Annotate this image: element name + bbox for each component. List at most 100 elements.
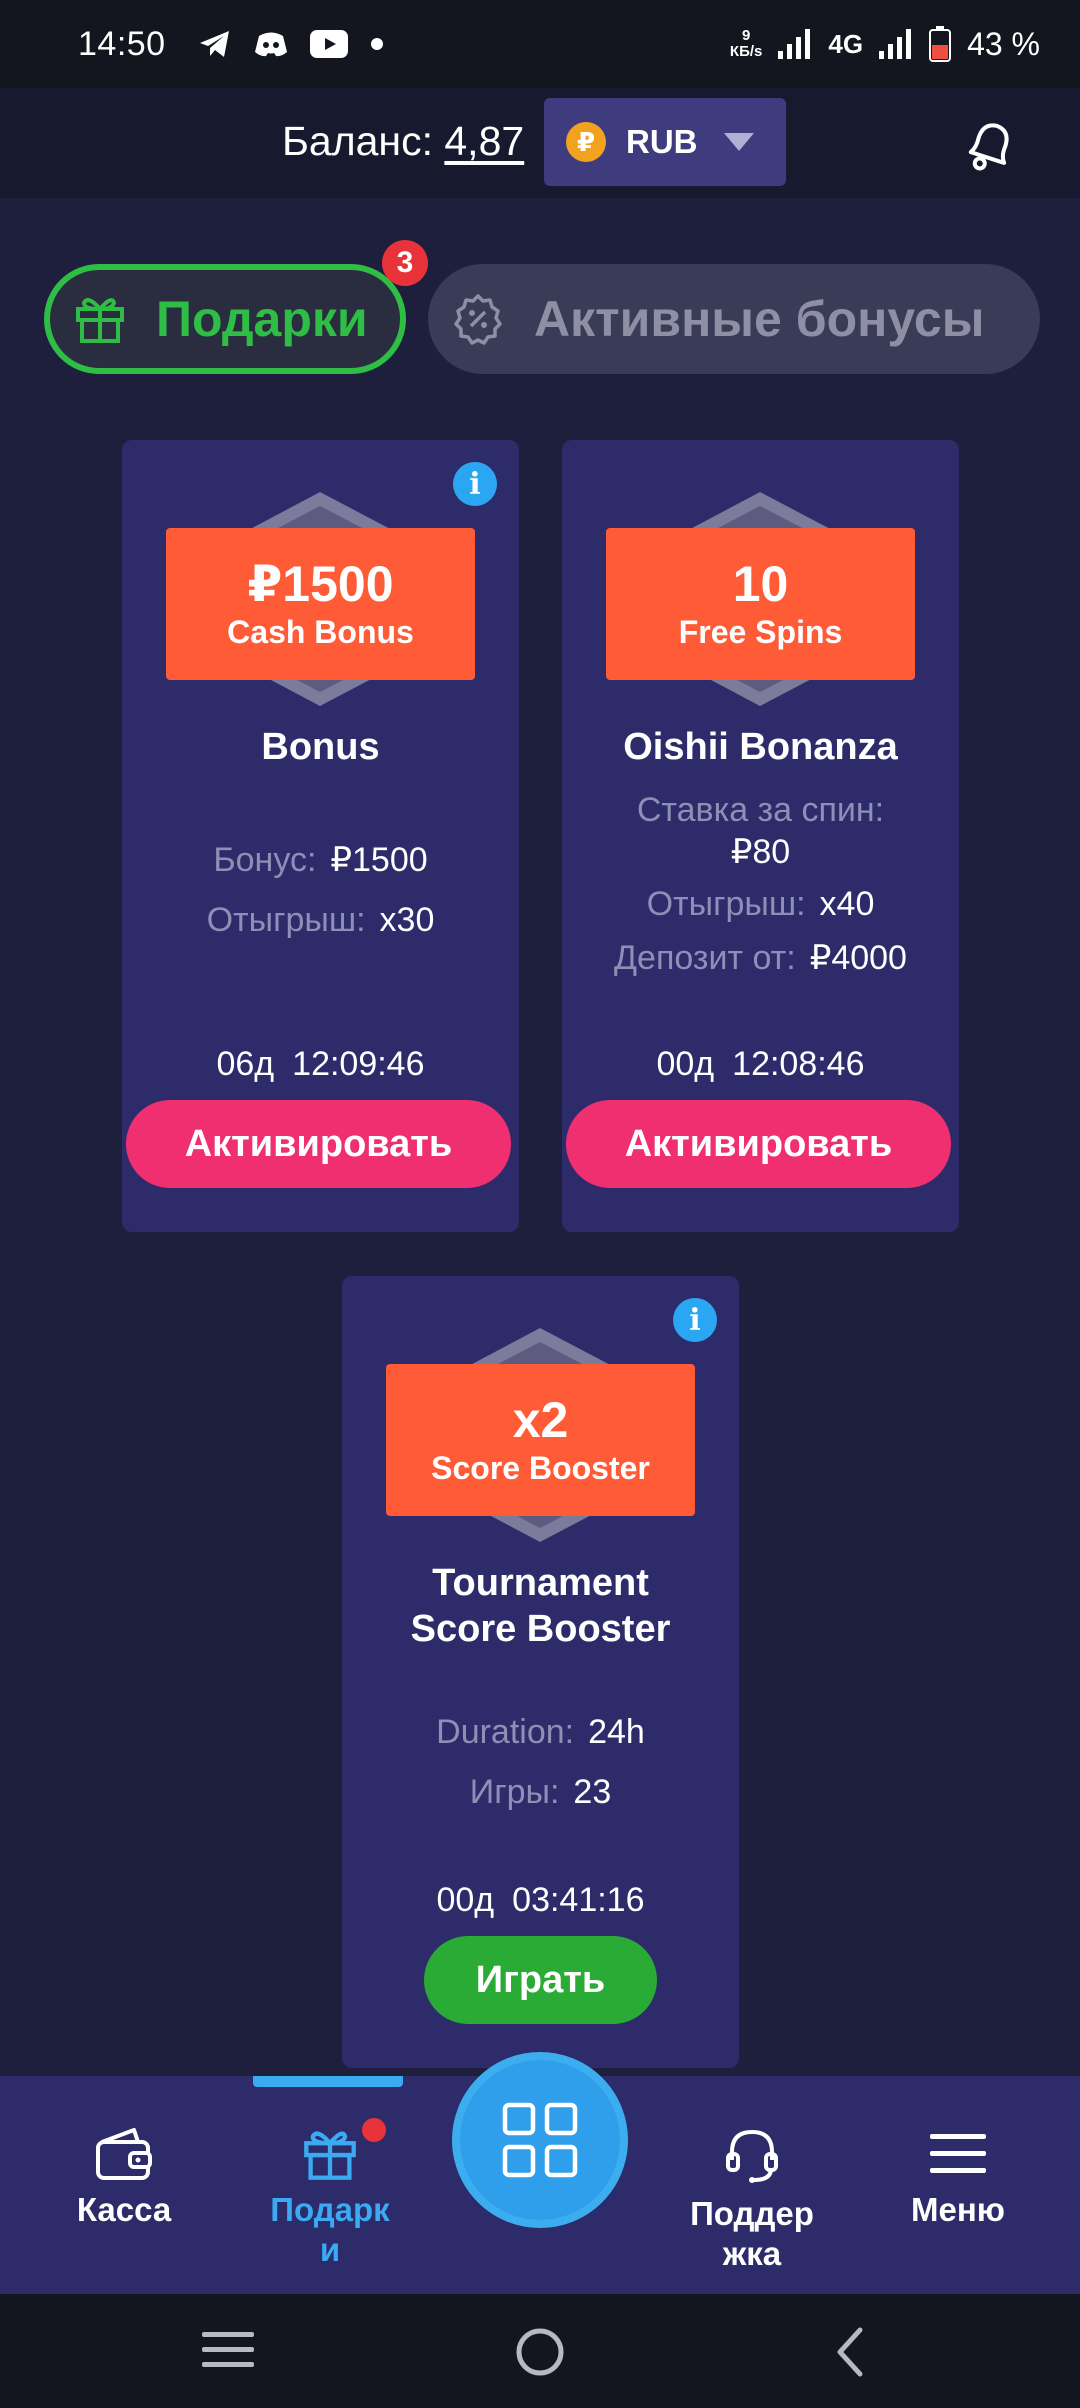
bonus-card-cash: i ₽1500 Cash Bonus Bonus Бонус: ₽1500 Оты…: [122, 440, 519, 1232]
activate-button[interactable]: Активировать: [566, 1100, 951, 1188]
home-icon[interactable]: [514, 2326, 566, 2378]
timer-time: 12:09:46: [292, 1045, 425, 1083]
speed-value: 9: [741, 27, 751, 44]
currency-select[interactable]: ₽ RUB: [544, 98, 786, 186]
status-right: 9 КБ/s 4G 43 %: [730, 26, 1040, 63]
detail-value: ₽1500: [330, 841, 428, 879]
countdown-timer: 00д 03:41:16: [342, 1881, 739, 1920]
detail-key: Бонус:: [213, 841, 317, 879]
system-nav-bar: [0, 2294, 1080, 2408]
network-speed: 9 КБ/s: [730, 28, 762, 60]
bonus-banner: x2 Score Booster: [386, 1364, 695, 1516]
speed-unit: КБ/s: [729, 43, 763, 60]
recent-apps-icon[interactable]: [202, 2328, 254, 2372]
detail-row: Депозит от: ₽4000: [562, 938, 959, 978]
card-title: Bonus: [261, 726, 380, 768]
nav-menu-label: Меню: [911, 2191, 1005, 2228]
info-icon[interactable]: i: [453, 462, 497, 506]
timer-time: 12:08:46: [732, 1045, 865, 1083]
bonus-amount: 10: [732, 556, 789, 612]
grid-icon: [502, 2102, 578, 2178]
balance-value[interactable]: 4,87: [444, 118, 524, 164]
tab-active-bonuses[interactable]: Активные бонусы: [428, 264, 1040, 374]
nav-support-label-line: жка: [722, 2235, 782, 2272]
tab-gifts[interactable]: Подарки: [44, 264, 406, 374]
bonus-banner: 10 Free Spins: [606, 528, 915, 680]
detail-value: 23: [573, 1773, 612, 1811]
detail-row: Игры: 23: [342, 1772, 739, 1812]
nav-menu[interactable]: Меню: [892, 2126, 1024, 2230]
ruble-icon: ₽: [566, 122, 606, 162]
notification-dot: [362, 2118, 386, 2142]
battery-icon: [929, 26, 952, 62]
signal-2-icon: [879, 29, 912, 59]
activate-button[interactable]: Активировать: [126, 1100, 511, 1188]
detail-value: 24h: [588, 1713, 645, 1751]
dot-icon: [370, 38, 383, 50]
youtube-icon: [309, 30, 348, 58]
bonus-banner: ₽1500 Cash Bonus: [166, 528, 475, 680]
bonus-amount: x2: [512, 1392, 569, 1448]
nav-gifts-label-line: Подарк: [270, 2191, 390, 2228]
info-icon[interactable]: i: [673, 1298, 717, 1342]
card-title-line: Score Booster: [410, 1608, 671, 1650]
detail-row: Бонус: ₽1500: [122, 840, 519, 880]
currency-code: RUB: [626, 123, 698, 160]
timer-days: 06д: [216, 1045, 275, 1083]
countdown-timer: 06д 12:09:46: [122, 1045, 519, 1084]
games-grid-button[interactable]: [452, 2052, 628, 2228]
detail-key: Отыгрыш:: [646, 885, 806, 923]
bonus-amount: ₽1500: [247, 556, 394, 612]
balance-label: Баланс:: [282, 118, 433, 164]
nav-gifts[interactable]: Подарк и: [250, 2126, 410, 2270]
card-title: Tournament Score Booster: [342, 1560, 739, 1652]
card-title-line: Tournament: [432, 1562, 649, 1604]
back-icon[interactable]: [830, 2326, 870, 2378]
gift-icon: [304, 2131, 356, 2180]
top-bar: Баланс: 4,87 ₽ RUB: [0, 88, 1080, 198]
gift-icon: [76, 298, 124, 343]
timer-time: 03:41:16: [512, 1881, 645, 1919]
network-type: 4G: [828, 28, 864, 59]
nav-support-label-line: Поддер: [690, 2195, 814, 2232]
telegram-icon: [199, 31, 229, 57]
nav-support-label: Поддер жка: [690, 2194, 814, 2274]
detail-key: Ставка за спин:: [636, 791, 885, 829]
bonus-card-score-booster: i x2 Score Booster Tournament Score Boos…: [342, 1276, 739, 2068]
bonus-type: Score Booster: [431, 1450, 650, 1486]
menu-icon: [930, 2134, 986, 2173]
detail-key: Отыгрыш:: [206, 901, 366, 939]
nav-cashier[interactable]: Касса: [64, 2126, 184, 2230]
nav-gifts-label-line: и: [319, 2231, 341, 2268]
tab-gifts-label: Подарки: [156, 291, 368, 347]
countdown-timer: 00д 12:08:46: [562, 1045, 959, 1084]
bonus-type: Cash Bonus: [227, 614, 414, 650]
battery-percent: 43 %: [967, 25, 1040, 62]
detail-value: x40: [819, 885, 875, 923]
play-button[interactable]: Играть: [424, 1936, 657, 2024]
detail-row: Отыгрыш: x30: [122, 900, 519, 940]
status-bar: 14:50 9 КБ/s 4G 43 %: [0, 0, 1080, 88]
balance: Баланс: 4,87: [282, 118, 524, 165]
detail-key: Депозит от:: [614, 939, 796, 977]
detail-value: ₽4000: [809, 939, 907, 977]
bonus-type: Free Spins: [678, 614, 843, 650]
chevron-down-icon: [723, 133, 754, 151]
nav-support[interactable]: Поддер жка: [672, 2126, 832, 2274]
nav-cashier-label: Касса: [76, 2191, 172, 2228]
bell-icon[interactable]: [960, 114, 1022, 176]
active-tab-indicator: [253, 2076, 403, 2087]
nav-gifts-label: Подарк и: [270, 2190, 389, 2270]
tab-active-bonuses-label: Активные бонусы: [534, 291, 985, 347]
detail-row: Duration: 24h: [342, 1712, 739, 1752]
signal-icon: [778, 29, 811, 59]
bonus-badge-icon: [454, 294, 502, 345]
detail-row: ₽80: [562, 832, 959, 872]
wallet-icon: [96, 2128, 152, 2180]
detail-row: Отыгрыш: x40: [562, 884, 959, 924]
detail-key: Duration:: [436, 1713, 575, 1751]
detail-row: Ставка за спин:: [562, 790, 959, 830]
card-title: Oishii Bonanza: [623, 726, 898, 768]
notification-icons: [198, 29, 384, 59]
timer-days: 00д: [656, 1045, 715, 1083]
